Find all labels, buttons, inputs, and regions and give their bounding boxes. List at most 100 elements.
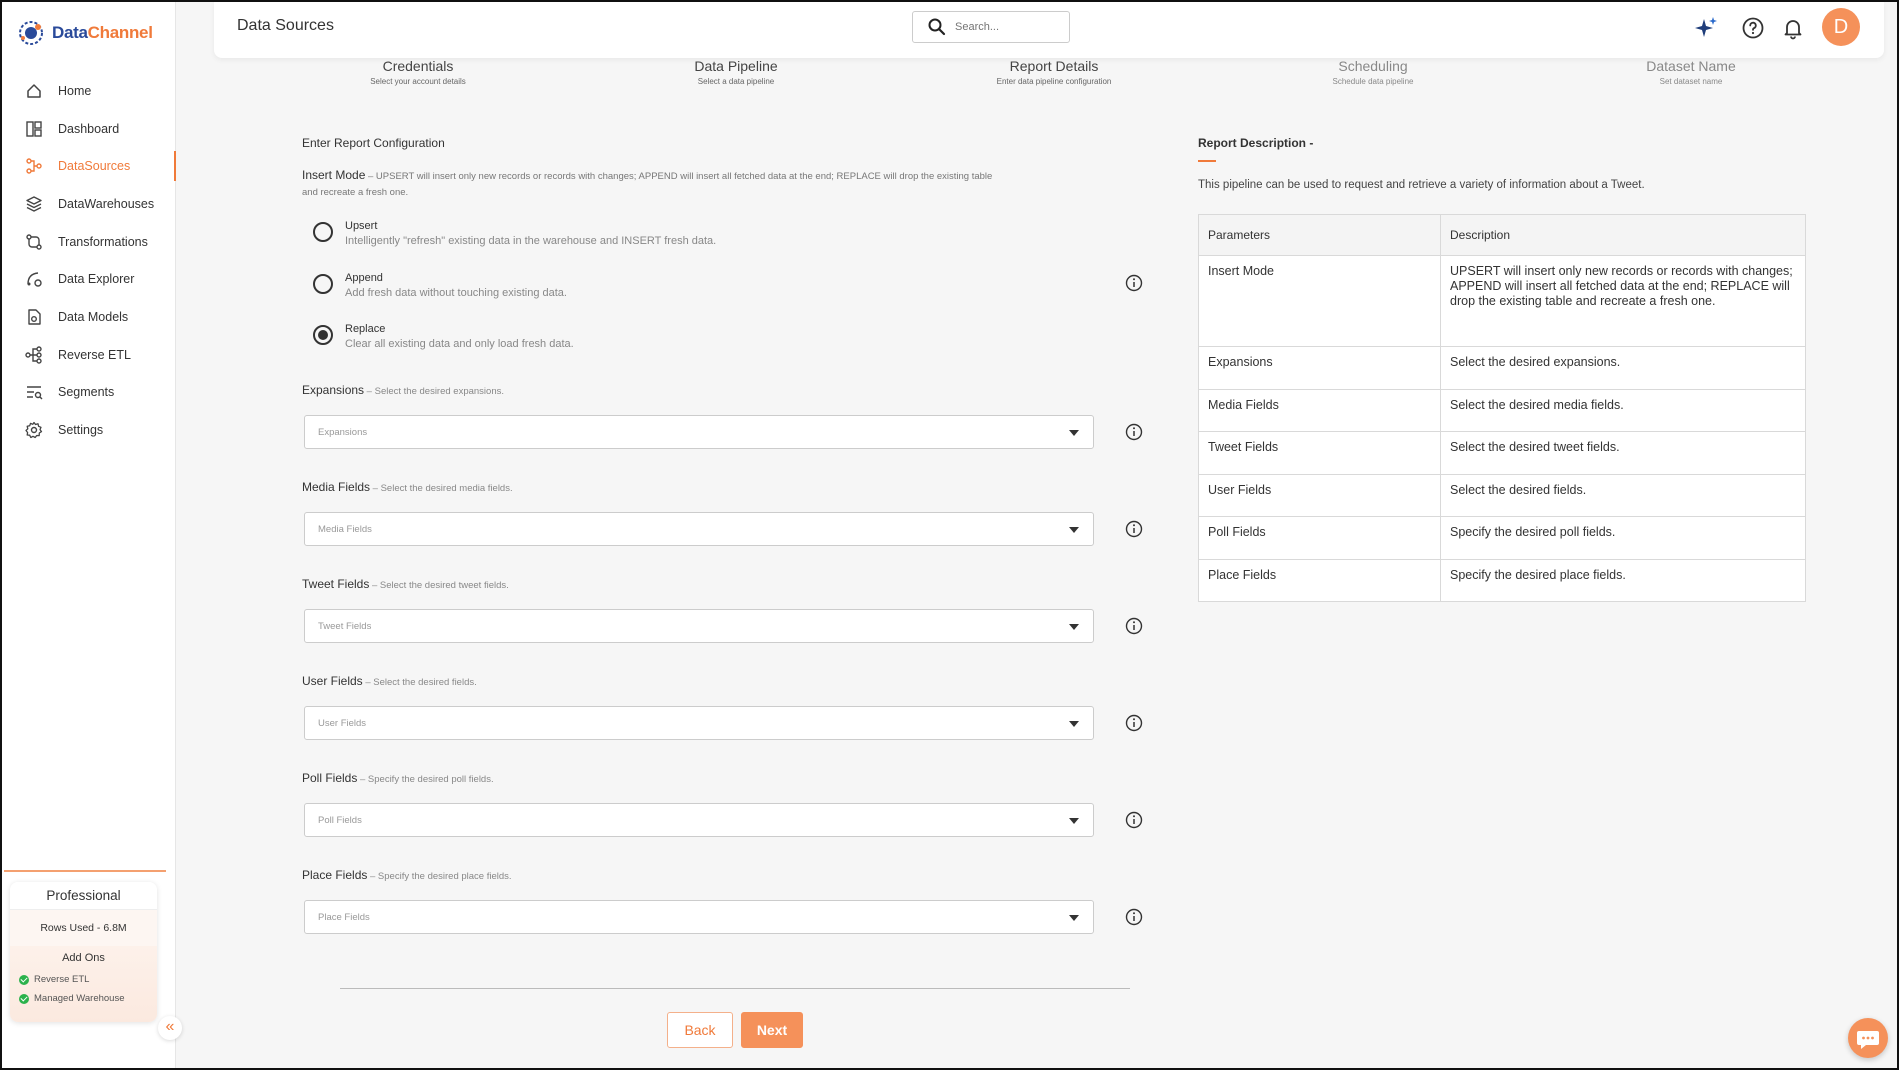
report-description-title: Report Description - xyxy=(1198,136,1314,150)
description-cell: Select the desired tweet fields. xyxy=(1440,431,1806,475)
place-fields-select[interactable]: Place Fields xyxy=(304,900,1094,934)
poll-fields-label: Poll Fields – Specify the desired poll f… xyxy=(302,771,494,785)
top-header: Data Sources D xyxy=(214,2,1884,58)
info-icon[interactable] xyxy=(1125,274,1143,292)
caret-down-icon xyxy=(1069,527,1079,533)
table-row: User Fields Select the desired fields. xyxy=(1198,473,1806,517)
radio-upsert[interactable]: Upsert Intelligently "refresh" existing d… xyxy=(313,220,716,247)
caret-down-icon xyxy=(1069,915,1079,921)
report-description-text: This pipeline can be used to request and… xyxy=(1198,179,1645,191)
caret-down-icon xyxy=(1069,721,1079,727)
dashboard-icon xyxy=(26,120,42,137)
next-button[interactable]: Next xyxy=(741,1012,803,1048)
rows-used: Rows Used - 6.8M xyxy=(10,910,157,946)
step-dataset-name[interactable]: Dataset Name Set dataset name xyxy=(1581,58,1801,86)
radio-append[interactable]: Append Add fresh data without touching ex… xyxy=(313,272,567,299)
sidebar-item-label: Settings xyxy=(58,423,104,438)
search-box[interactable] xyxy=(912,11,1070,43)
sidebar-item-label: Data Models xyxy=(58,309,129,324)
sidebar-item-segments[interactable]: Segments xyxy=(2,374,176,412)
sidebar-item-settings[interactable]: Settings xyxy=(2,411,176,449)
expansions-select[interactable]: Expansions xyxy=(304,415,1094,449)
chat-button[interactable] xyxy=(1848,1018,1888,1058)
insert-mode-label: Insert Mode – UPSERT will insert only ne… xyxy=(302,168,993,198)
chat-icon xyxy=(1857,1031,1879,1049)
info-icon[interactable] xyxy=(1125,423,1143,441)
poll-fields-select[interactable]: Poll Fields xyxy=(304,803,1094,837)
form-divider xyxy=(340,988,1130,989)
select-placeholder: Expansions xyxy=(318,427,368,438)
parameter-cell: Expansions xyxy=(1198,346,1441,390)
help-icon[interactable] xyxy=(1741,16,1765,40)
page-title: Data Sources xyxy=(237,17,334,34)
addon-item: Reverse ETL xyxy=(10,970,157,989)
parameter-cell: Tweet Fields xyxy=(1198,431,1441,475)
plan-name: Professional xyxy=(10,882,157,910)
caret-down-icon xyxy=(1069,430,1079,436)
caret-down-icon xyxy=(1069,818,1079,824)
info-icon[interactable] xyxy=(1125,617,1143,635)
select-placeholder: Place Fields xyxy=(318,912,370,923)
brand-logo[interactable]: DataChannel xyxy=(16,18,153,48)
sidebar-item-label: Reverse ETL xyxy=(58,347,131,362)
title-underline xyxy=(1198,160,1216,162)
info-icon[interactable] xyxy=(1125,908,1143,926)
sidebar-item-datawarehouses[interactable]: DataWarehouses xyxy=(2,185,176,223)
plan-card: Professional Rows Used - 6.8M Add Ons Re… xyxy=(10,882,157,1022)
expansions-label: Expansions – Select the desired expansio… xyxy=(302,383,504,397)
explorer-icon xyxy=(27,272,42,287)
sidebar-item-dashboard[interactable]: Dashboard xyxy=(2,110,176,148)
sidebar-nav: Home Dashboard DataSources DataWarehouses Tr… xyxy=(2,72,176,449)
addons-section: Add Ons Reverse ETL Managed Warehouse xyxy=(10,946,157,1022)
back-button[interactable]: Back xyxy=(667,1012,733,1048)
check-icon xyxy=(19,974,29,985)
sidebar-item-home[interactable]: Home xyxy=(2,72,176,110)
description-cell: Specify the desired place fields. xyxy=(1440,558,1806,602)
media-fields-select[interactable]: Media Fields xyxy=(304,512,1094,546)
select-placeholder: Media Fields xyxy=(318,524,372,535)
info-icon[interactable] xyxy=(1125,520,1143,538)
table-row: Place Fields Specify the desired place fi… xyxy=(1198,558,1806,602)
description-cell: Select the desired fields. xyxy=(1440,473,1806,517)
user-fields-select[interactable]: User Fields xyxy=(304,706,1094,740)
sidebar-item-datasources[interactable]: DataSources xyxy=(2,147,176,185)
sidebar-item-label: Home xyxy=(58,83,92,98)
bell-icon[interactable] xyxy=(1781,16,1805,40)
step-report-details[interactable]: Report Details Enter data pipeline config… xyxy=(944,58,1164,86)
description-cell: Select the desired media fields. xyxy=(1440,388,1806,432)
info-icon[interactable] xyxy=(1125,811,1143,829)
sidebar-item-data-models[interactable]: Data Models xyxy=(2,298,176,336)
media-fields-label: Media Fields – Select the desired media … xyxy=(302,480,513,494)
table-row: Expansions Select the desired expansions. xyxy=(1198,346,1806,390)
user-avatar[interactable]: D xyxy=(1822,8,1860,46)
parameter-cell: Poll Fields xyxy=(1198,516,1441,560)
home-icon xyxy=(27,84,41,98)
sidebar-item-transformations[interactable]: Transformations xyxy=(2,223,176,261)
sidebar-item-reverse-etl[interactable]: Reverse ETL xyxy=(2,336,176,374)
description-cell: Specify the desired poll fields. xyxy=(1440,516,1806,560)
models-icon xyxy=(28,309,41,325)
column-header: Parameters xyxy=(1198,214,1441,256)
tweet-fields-label: Tweet Fields – Select the desired tweet … xyxy=(302,577,509,591)
radio-button[interactable] xyxy=(313,222,333,242)
table-row: Insert Mode UPSERT will insert only new r… xyxy=(1198,255,1806,347)
column-header: Description xyxy=(1440,214,1806,256)
tweet-fields-select[interactable]: Tweet Fields xyxy=(304,609,1094,643)
step-credentials[interactable]: Credentials Select your account details xyxy=(308,58,528,86)
sparkle-icon[interactable] xyxy=(1694,16,1718,40)
collapse-sidebar-button[interactable]: « xyxy=(158,1016,182,1040)
radio-button-checked[interactable] xyxy=(313,325,333,345)
info-icon[interactable] xyxy=(1125,714,1143,732)
step-data-pipeline[interactable]: Data Pipeline Select a data pipeline xyxy=(626,58,846,86)
step-scheduling[interactable]: Scheduling Schedule data pipeline xyxy=(1263,58,1483,86)
sidebar-item-label: DataWarehouses xyxy=(58,196,155,211)
radio-button[interactable] xyxy=(313,274,333,294)
table-row: Media Fields Select the desired media fie… xyxy=(1198,388,1806,432)
place-fields-label: Place Fields – Specify the desired place… xyxy=(302,868,512,882)
addon-item: Managed Warehouse xyxy=(10,989,157,1008)
transformations-icon xyxy=(26,233,42,250)
search-input[interactable] xyxy=(955,21,1055,33)
radio-replace[interactable]: Replace Clear all existing data and only … xyxy=(313,323,574,350)
brand-name: DataChannel xyxy=(52,23,153,42)
sidebar-item-data-explorer[interactable]: Data Explorer xyxy=(2,260,176,298)
